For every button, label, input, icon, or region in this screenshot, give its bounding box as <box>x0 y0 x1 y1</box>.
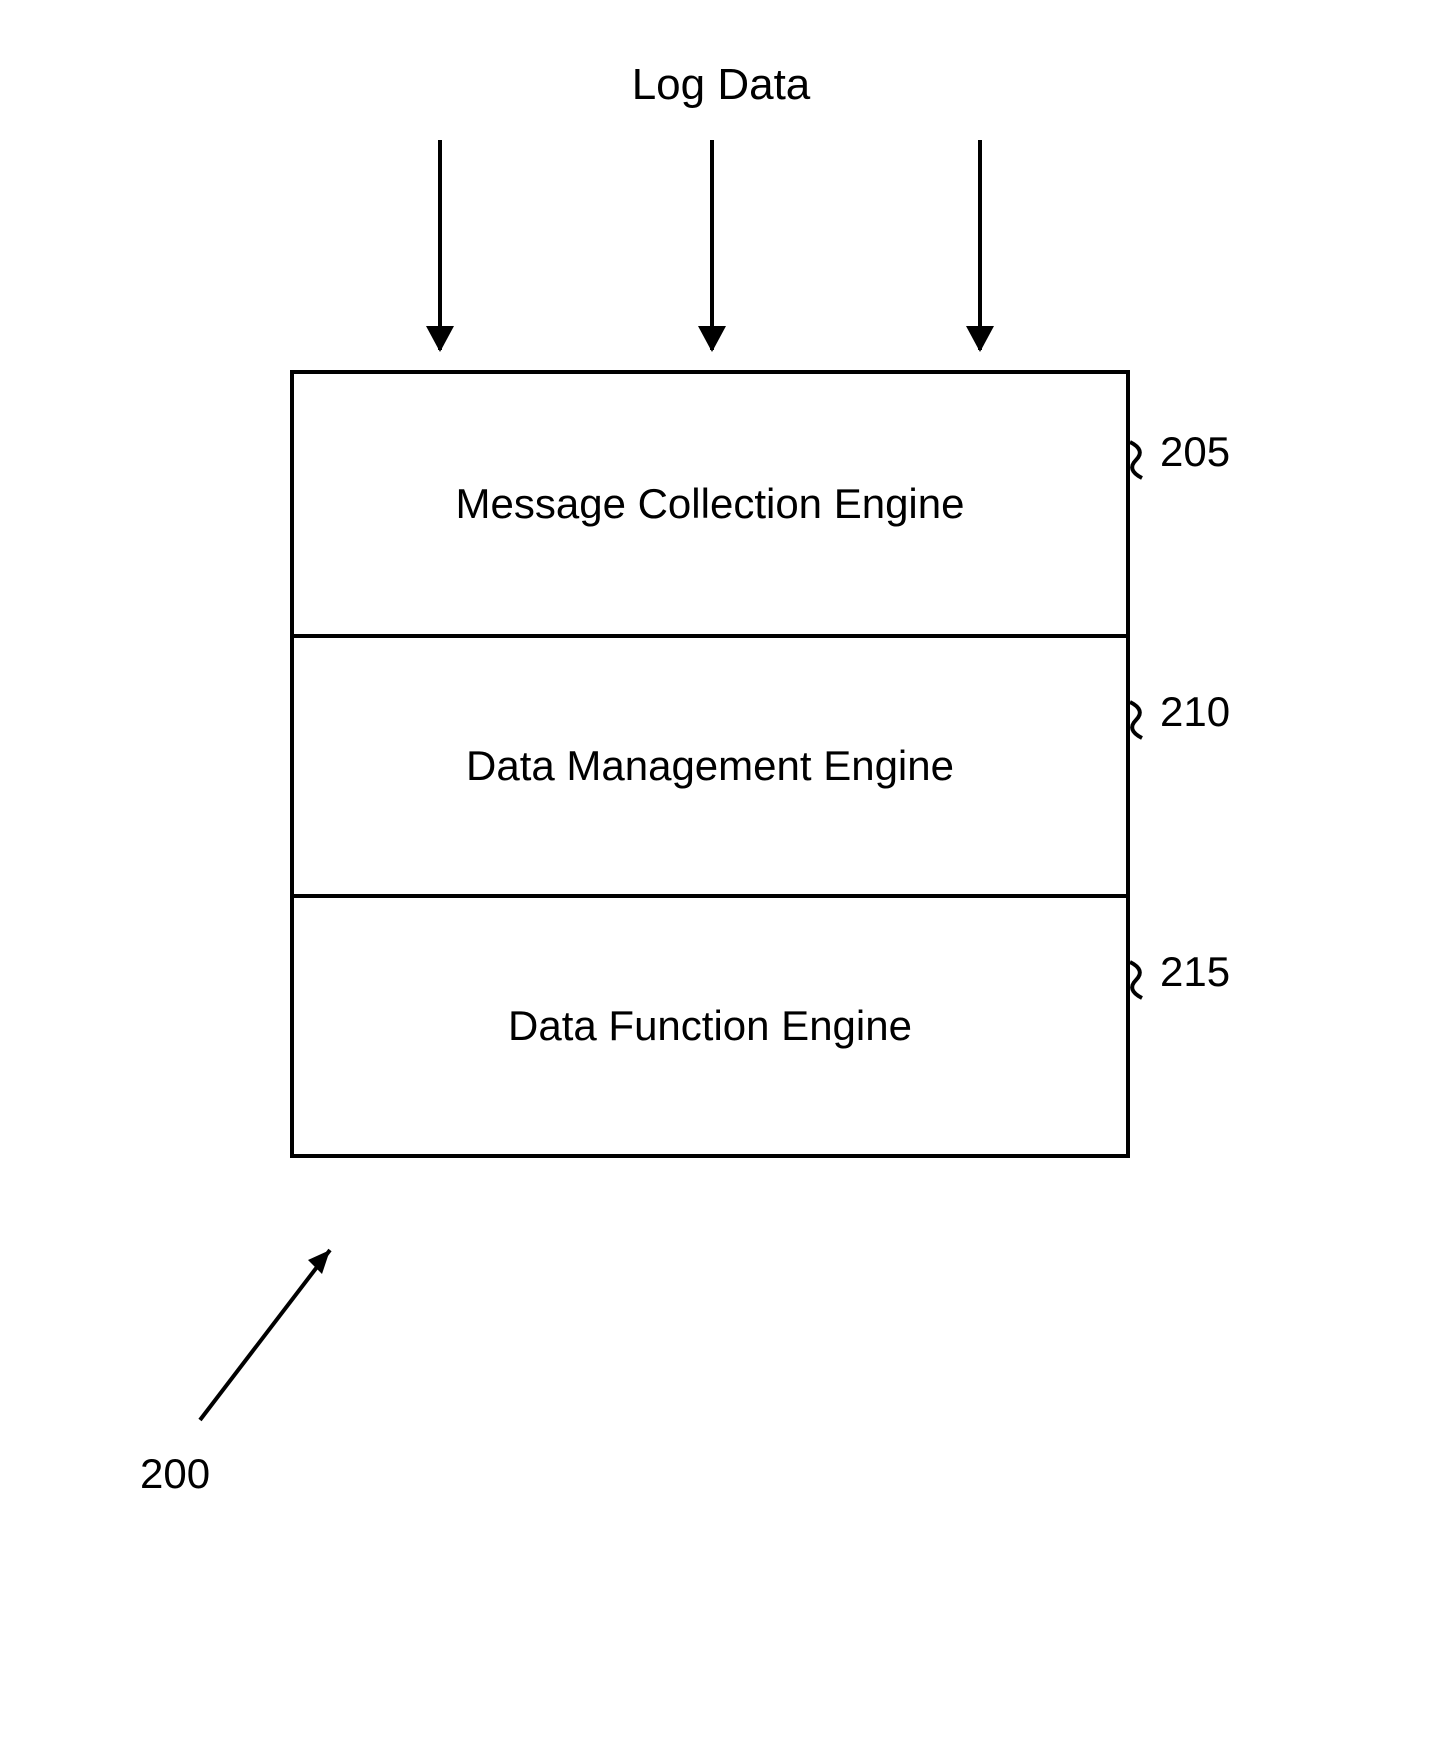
reference-arrow-icon <box>180 1220 360 1440</box>
reference-tick-icon <box>1128 960 1158 1000</box>
diagram-title: Log Data <box>0 60 1442 110</box>
arrow-down-icon <box>978 140 982 350</box>
reference-tick-icon <box>1128 700 1158 740</box>
layer-label: Message Collection Engine <box>456 480 965 528</box>
layer-data-function: Data Function Engine <box>294 894 1126 1154</box>
figure-reference: 200 <box>140 1450 210 1498</box>
reference-label: 210 <box>1160 688 1230 736</box>
layer-data-management: Data Management Engine <box>294 634 1126 894</box>
engine-stack: Message Collection Engine Data Managemen… <box>290 370 1130 1158</box>
arrow-down-icon <box>710 140 714 350</box>
reference-label: 205 <box>1160 428 1230 476</box>
arrow-down-icon <box>438 140 442 350</box>
layer-label: Data Management Engine <box>466 742 954 790</box>
reference-label: 215 <box>1160 948 1230 996</box>
layer-message-collection: Message Collection Engine <box>294 374 1126 634</box>
reference-tick-icon <box>1128 440 1158 480</box>
layer-label: Data Function Engine <box>508 1002 912 1050</box>
